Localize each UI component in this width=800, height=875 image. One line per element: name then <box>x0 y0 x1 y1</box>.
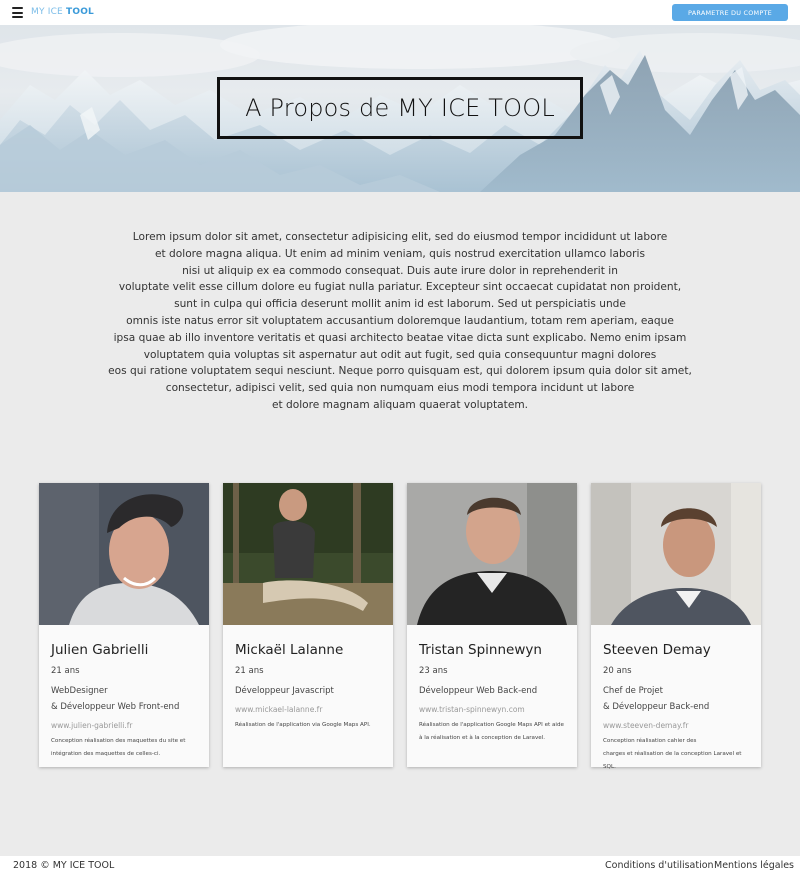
member-age: 20 ans <box>603 666 632 676</box>
member-name: Tristan Spinnewyn <box>419 642 542 658</box>
intro-line: sunt in culpa qui officia deserunt molli… <box>174 298 626 311</box>
footer-link-terms[interactable]: Conditions d'utilisation <box>605 860 714 871</box>
member-role-line1: Chef de Projet <box>603 686 663 696</box>
account-settings-button[interactable]: PARAMETRE DU COMPTE <box>672 4 788 21</box>
intro-line: Lorem ipsum dolor sit amet, consectetur … <box>132 231 668 243</box>
member-description: Conception réalisation des maquettes du … <box>51 735 197 761</box>
avatar-mickael-photo <box>223 483 393 625</box>
member-website-link[interactable]: www.tristan-spinnewyn.com <box>419 705 565 714</box>
brand-text-part1: MY ICE <box>31 7 63 17</box>
intro-line: eos qui ratione voluptatem sequi nesciun… <box>108 365 692 378</box>
member-age: 21 ans <box>235 666 264 676</box>
hamburger-icon[interactable] <box>12 7 23 18</box>
member-name: Mickaël Lalanne <box>235 642 344 658</box>
brand-logo[interactable]: MY ICE TOOL <box>31 7 94 17</box>
page-title: A Propos de MY ICE TOOL <box>245 94 555 122</box>
member-role-line2: & Développeur Back-end <box>603 702 710 712</box>
team-card-tristan: Tristan Spinnewyn 23 ans Développeur Web… <box>407 483 577 767</box>
member-role: Développeur Web Back-end <box>419 683 565 699</box>
avatar-julien-photo <box>39 483 209 625</box>
member-description-line2: charges et réalisation de la conception … <box>603 751 742 770</box>
avatar-tristan-photo <box>407 483 577 625</box>
footer-link-legal[interactable]: Mentions légales <box>714 860 794 871</box>
member-role-line2: & Développeur Web Front-end <box>51 702 180 712</box>
member-role-line1: Développeur Web Back-end <box>419 686 538 696</box>
intro-line: voluptatem quia voluptas sit aspernatur … <box>143 348 657 361</box>
member-role-line1: WebDesigner <box>51 686 108 696</box>
member-description-line2: à la réalisation et à la conception de L… <box>419 735 546 741</box>
team-card-steeven: Steeven Demay 20 ans Chef de Projet & Dé… <box>591 483 761 770</box>
member-description: Réalisation de l'application Google Maps… <box>419 719 565 745</box>
member-description-line1: Conception réalisation cahier des <box>603 738 697 744</box>
intro-line: et dolore magnam aliquam quaerat volupta… <box>271 398 529 411</box>
team-card-mickael: Mickaël Lalanne 21 ans Développeur Javas… <box>223 483 393 767</box>
about-intro-paragraph: Lorem ipsum dolor sit amet, consectetur … <box>100 229 700 414</box>
footer-copyright: 2018 © MY ICE TOOL <box>13 860 115 871</box>
member-role: Développeur Javascript <box>235 683 381 699</box>
member-description: Réalisation de l'application via Google … <box>235 719 381 732</box>
page-footer: 2018 © MY ICE TOOL Conditions d'utilisat… <box>0 856 800 875</box>
team-card-julien: Julien Gabrielli 21 ans WebDesigner & Dé… <box>39 483 209 767</box>
member-role: WebDesigner & Développeur Web Front-end <box>51 683 197 715</box>
member-description-line1: Conception réalisation des maquettes du … <box>51 738 186 744</box>
member-description-line1: Réalisation de l'application via Google … <box>235 722 371 728</box>
member-description-line2: intégration des maquettes de celles-ci. <box>51 751 161 757</box>
intro-line: nisi ut aliquip ex ea commodo consequat.… <box>182 264 618 277</box>
member-role: Chef de Projet & Développeur Back-end <box>603 683 749 715</box>
member-name: Julien Gabrielli <box>51 642 149 658</box>
member-age: 23 ans <box>419 666 448 676</box>
intro-line: ipsa quae ab illo inventore veritatis et… <box>113 331 687 344</box>
member-website-link[interactable]: www.steeven-demay.fr <box>603 721 749 730</box>
intro-line: et dolore magna aliqua. Ut enim ad minim… <box>155 247 645 260</box>
member-age: 21 ans <box>51 666 80 676</box>
intro-line: omnis iste natus error sit voluptatem ac… <box>126 314 674 327</box>
member-description: Conception réalisation cahier des charge… <box>603 735 749 774</box>
member-description-line1: Réalisation de l'application Google Maps… <box>419 722 564 728</box>
intro-line: voluptate velit esse cillum dolore eu fu… <box>118 281 682 294</box>
member-name: Steeven Demay <box>603 642 711 658</box>
intro-line: consectetur, adipisci velit, sed quia no… <box>165 382 635 395</box>
hero-title-frame: A Propos de MY ICE TOOL <box>217 77 583 139</box>
member-website-link[interactable]: www.julien-gabrielli.fr <box>51 721 197 730</box>
avatar-steeven-photo <box>591 483 761 625</box>
member-role-line1: Développeur Javascript <box>235 686 334 696</box>
top-navbar: MY ICE TOOL PARAMETRE DU COMPTE <box>0 0 800 25</box>
member-website-link[interactable]: www.mickael-lalanne.fr <box>235 705 381 714</box>
brand-text-part2: TOOL <box>66 7 94 17</box>
hero-banner: A Propos de MY ICE TOOL <box>0 25 800 192</box>
